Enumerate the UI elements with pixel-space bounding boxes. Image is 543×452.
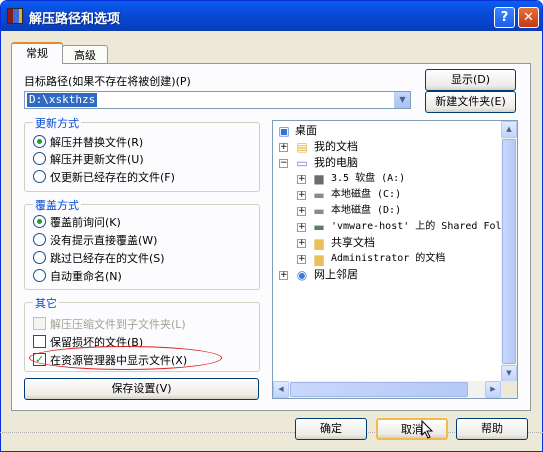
desktop-icon: ▣	[278, 124, 290, 138]
new-folder-button[interactable]: 新建文件夹(E)	[425, 91, 516, 113]
expand-icon[interactable]: +	[297, 255, 306, 264]
folder-icon: ▆	[314, 236, 324, 250]
radio-overwrite[interactable]	[33, 233, 46, 246]
save-settings-button[interactable]: 保存设置(V)	[24, 378, 259, 400]
winrar-icon	[7, 8, 23, 24]
radio-update[interactable]	[33, 152, 46, 165]
tree-label-disk-d: 本地磁盘 (D:)	[331, 205, 402, 216]
expand-icon[interactable]: +	[297, 191, 306, 200]
network-icon: ◉	[296, 268, 308, 282]
expand-icon[interactable]: +	[279, 143, 288, 152]
expand-icon[interactable]: +	[297, 223, 306, 232]
tree-item-disk-d[interactable]: + ▬ 本地磁盘 (D:)	[297, 203, 507, 219]
tree-item-network[interactable]: + ◉ 网上邻居	[279, 267, 499, 283]
title-bar[interactable]: 解压路径和选项 ? ✕	[1, 1, 542, 31]
tree-item-my-computer[interactable]: − ▭ 我的电脑	[279, 155, 499, 171]
scrollbar-corner	[501, 381, 517, 398]
tree-label-shared-folder: 'vmware-host' 上的 Shared Fold	[331, 221, 508, 232]
title-help-button[interactable]: ?	[494, 7, 515, 28]
show-button[interactable]: 显示(D)	[425, 69, 516, 91]
radio-overwrite-label[interactable]: 没有提示直接覆盖(W)	[50, 232, 157, 248]
radio-skip[interactable]	[33, 251, 46, 264]
radio-ask[interactable]	[33, 215, 46, 228]
tree-item-disk-c[interactable]: + ▬ 本地磁盘 (C:)	[297, 187, 507, 203]
collapse-icon[interactable]: −	[279, 159, 288, 168]
checkbox-keep-broken[interactable]	[33, 335, 46, 348]
radio-fresh-existing[interactable]	[33, 170, 46, 183]
tree-label-my-computer: 我的电脑	[314, 156, 358, 169]
overwrite-mode-title: 覆盖方式	[33, 197, 81, 213]
title-close-button[interactable]: ✕	[518, 7, 539, 28]
tree-label-my-documents: 我的文档	[314, 140, 358, 153]
cancel-button[interactable]: 取消	[376, 418, 448, 440]
tree-label-shared-docs: 共享文档	[331, 236, 375, 249]
disk-icon: ▬	[313, 188, 325, 202]
checkbox-subfolder-label[interactable]: 解压压缩文件到子文件夹(L)	[50, 316, 186, 332]
highlight-annotation	[29, 346, 222, 370]
network-drive-icon: ▬	[313, 220, 325, 234]
tree-item-shared-folder[interactable]: + ▬ 'vmware-host' 上的 Shared Fold	[297, 219, 508, 235]
tab-advanced[interactable]: 高级	[62, 45, 108, 65]
tree-item-desktop[interactable]: ▣ 桌面	[276, 123, 496, 139]
horizontal-scrollbar[interactable]: ◀ ▶	[273, 381, 501, 398]
vertical-scroll-thumb[interactable]	[502, 139, 516, 364]
expand-icon[interactable]: +	[297, 175, 306, 184]
tab-general[interactable]: 常规	[11, 42, 63, 64]
radio-rename-label[interactable]: 自动重命名(N)	[50, 268, 122, 284]
expand-icon[interactable]: +	[279, 271, 288, 280]
radio-replace-label[interactable]: 解压并替换文件(R)	[50, 134, 143, 150]
radio-rename[interactable]	[33, 269, 46, 282]
tree-label-floppy: 3.5 软盘 (A:)	[331, 173, 406, 184]
target-path-label: 目标路径(如果不存在将被创建)(P)	[24, 75, 191, 88]
scroll-up-icon[interactable]: ▲	[501, 121, 517, 138]
tree-label-admin-docs: Administrator 的文档	[331, 253, 446, 264]
disk-icon: ▬	[313, 204, 325, 218]
radio-replace[interactable]	[33, 135, 46, 148]
radio-ask-label[interactable]: 覆盖前询问(K)	[50, 214, 121, 230]
update-mode-title: 更新方式	[33, 115, 81, 131]
radio-skip-label[interactable]: 跳过已经存在的文件(S)	[50, 250, 165, 266]
computer-icon: ▭	[296, 156, 308, 170]
radio-dot-icon	[37, 139, 42, 144]
floppy-icon: ■	[313, 172, 325, 186]
scroll-right-icon[interactable]: ▶	[485, 381, 501, 398]
tree-label-network: 网上邻居	[314, 268, 358, 281]
mouse-cursor-icon	[421, 420, 434, 439]
checkbox-subfolder[interactable]	[33, 317, 46, 330]
tree-item-floppy[interactable]: + ■ 3.5 软盘 (A:)	[297, 171, 507, 187]
folder-tree[interactable]: ▣ 桌面 + ▤ 我的文档 − ▭ 我的电脑 + ■ 3.5 软盘 (A:) +…	[272, 120, 518, 399]
tree-label-desktop: 桌面	[295, 124, 317, 137]
target-path-value: D:\xskthzs	[27, 93, 98, 107]
tree-item-admin-docs[interactable]: + ▆ Administrator 的文档	[297, 251, 507, 267]
misc-title: 其它	[33, 295, 59, 311]
tree-item-my-documents[interactable]: + ▤ 我的文档	[279, 139, 499, 155]
help-button[interactable]: 帮助	[456, 418, 528, 440]
radio-update-label[interactable]: 解压并更新文件(U)	[50, 151, 144, 167]
documents-folder-icon: ▤	[296, 140, 308, 154]
expand-icon[interactable]: +	[297, 207, 306, 216]
window-title: 解压路径和选项	[29, 12, 121, 27]
vertical-scrollbar[interactable]: ▲ ▼	[501, 121, 517, 382]
scroll-left-icon[interactable]: ◀	[273, 381, 289, 398]
folder-icon: ▆	[314, 252, 324, 266]
ok-button[interactable]: 确定	[295, 418, 367, 440]
tree-item-shared-docs[interactable]: + ▆ 共享文档	[297, 235, 507, 251]
tree-label-disk-c: 本地磁盘 (C:)	[331, 189, 402, 200]
radio-fresh-existing-label[interactable]: 仅更新已经存在的文件(F)	[50, 169, 175, 185]
expand-icon[interactable]: +	[297, 239, 306, 248]
scroll-down-icon[interactable]: ▼	[501, 365, 517, 382]
radio-dot-icon	[37, 219, 42, 224]
horizontal-scroll-thumb[interactable]	[290, 382, 468, 397]
chevron-down-icon[interactable]: ▼	[394, 92, 410, 108]
target-path-combobox[interactable]: D:\xskthzs ▼	[24, 91, 411, 109]
